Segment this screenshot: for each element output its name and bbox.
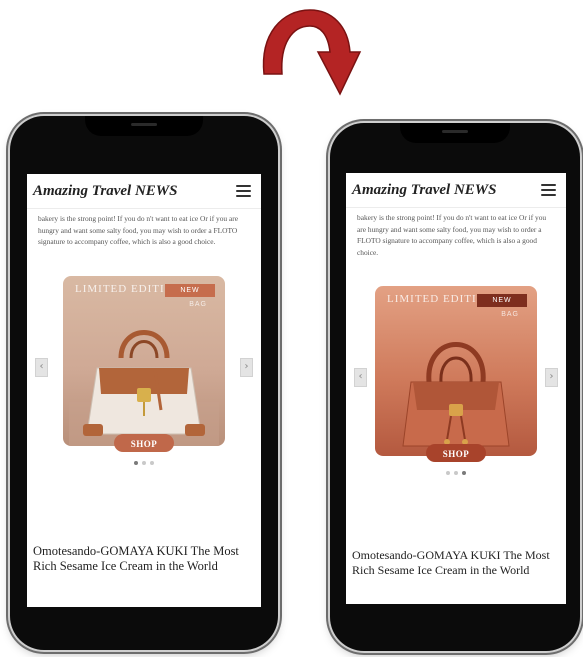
carousel-dot[interactable] bbox=[462, 471, 466, 475]
promo-slide[interactable]: LIMITED EDITION NEW BAG bbox=[63, 275, 225, 446]
promo-slide[interactable]: LIMITED EDITION NEW BAG bbox=[375, 286, 537, 456]
chevron-right-icon[interactable]: › bbox=[545, 368, 558, 387]
curved-arrow-icon bbox=[262, 9, 362, 96]
speaker-icon bbox=[442, 130, 468, 133]
chevron-left-icon[interactable]: ‹ bbox=[35, 357, 48, 377]
site-title: Amazing Travel NEWS bbox=[33, 182, 178, 199]
tan-leather-handbag bbox=[402, 342, 510, 447]
article-headline[interactable]: Omotesando-GOMAYA KUKI The Most Rich Ses… bbox=[33, 544, 253, 574]
shop-button[interactable]: SHOP bbox=[426, 444, 486, 462]
phone-screen: Amazing Travel NEWS bakery is the strong… bbox=[346, 173, 566, 604]
phone-right: Amazing Travel NEWS bakery is the strong… bbox=[330, 123, 580, 651]
phone-notch bbox=[400, 123, 510, 143]
promo-carousel: LIMITED EDITION NEW BAG ‹ › SHOP bbox=[346, 286, 566, 496]
carousel-dot[interactable] bbox=[150, 460, 154, 465]
phone-notch bbox=[85, 116, 203, 136]
phone-left: Amazing Travel NEWS bakery is the strong… bbox=[10, 116, 278, 650]
phone-screen: Amazing Travel NEWS bakery is the strong… bbox=[27, 174, 261, 607]
article-headline[interactable]: Omotesando-GOMAYA KUKI The Most Rich Ses… bbox=[352, 548, 558, 578]
header-bar: Amazing Travel NEWS bbox=[27, 174, 261, 209]
chevron-right-icon[interactable]: › bbox=[240, 357, 253, 377]
carousel-dot[interactable] bbox=[134, 460, 138, 465]
intro-text: bakery is the strong point! If you do n'… bbox=[38, 214, 239, 246]
carousel-dot[interactable] bbox=[454, 471, 458, 475]
intro-text: bakery is the strong point! If you do n'… bbox=[357, 213, 547, 257]
white-leather-handbag bbox=[69, 329, 219, 446]
speaker-icon bbox=[131, 123, 157, 126]
site-title: Amazing Travel NEWS bbox=[352, 181, 497, 198]
chevron-left-icon[interactable]: ‹ bbox=[354, 368, 367, 387]
carousel-dots bbox=[134, 460, 154, 465]
promo-carousel: LIMITED EDITION NEW BAG ‹ › SHOP bbox=[27, 275, 261, 486]
hamburger-menu-icon[interactable] bbox=[236, 185, 251, 197]
carousel-dots bbox=[446, 471, 466, 475]
carousel-dot[interactable] bbox=[446, 471, 450, 475]
carousel-dot[interactable] bbox=[142, 460, 146, 465]
hamburger-menu-icon[interactable] bbox=[541, 184, 556, 196]
new-badge: NEW bbox=[477, 294, 527, 307]
header-bar: Amazing Travel NEWS bbox=[346, 173, 566, 208]
shop-button[interactable]: SHOP bbox=[114, 433, 174, 452]
new-badge: NEW bbox=[165, 283, 215, 297]
